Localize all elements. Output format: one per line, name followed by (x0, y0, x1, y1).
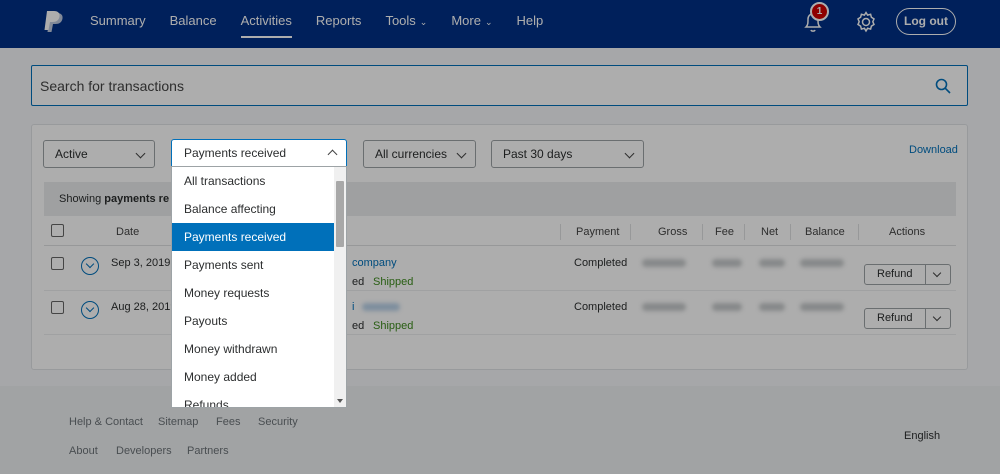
transaction-type-select[interactable]: Payments received (171, 139, 347, 167)
dropdown-backdrop[interactable] (0, 0, 1000, 474)
chevron-up-icon (327, 149, 338, 160)
option-refunds[interactable]: Refunds (172, 391, 334, 407)
option-payouts[interactable]: Payouts (172, 307, 334, 335)
option-payments-received[interactable]: Payments received (172, 219, 338, 255)
option-payments-sent[interactable]: Payments sent (172, 251, 334, 279)
scrollbar-thumb[interactable] (336, 181, 344, 247)
transaction-type-value: Payments received (184, 146, 287, 160)
option-balance-affecting[interactable]: Balance affecting (172, 195, 334, 223)
option-money-requests[interactable]: Money requests (172, 279, 334, 307)
option-all-transactions[interactable]: All transactions (172, 167, 334, 195)
option-money-added[interactable]: Money added (172, 363, 334, 391)
dropdown-scrollbar[interactable] (334, 167, 346, 407)
transaction-type-options: All transactions Balance affecting Payme… (171, 166, 347, 408)
scroll-down-arrow-icon[interactable] (337, 399, 343, 403)
option-money-withdrawn[interactable]: Money withdrawn (172, 335, 334, 363)
